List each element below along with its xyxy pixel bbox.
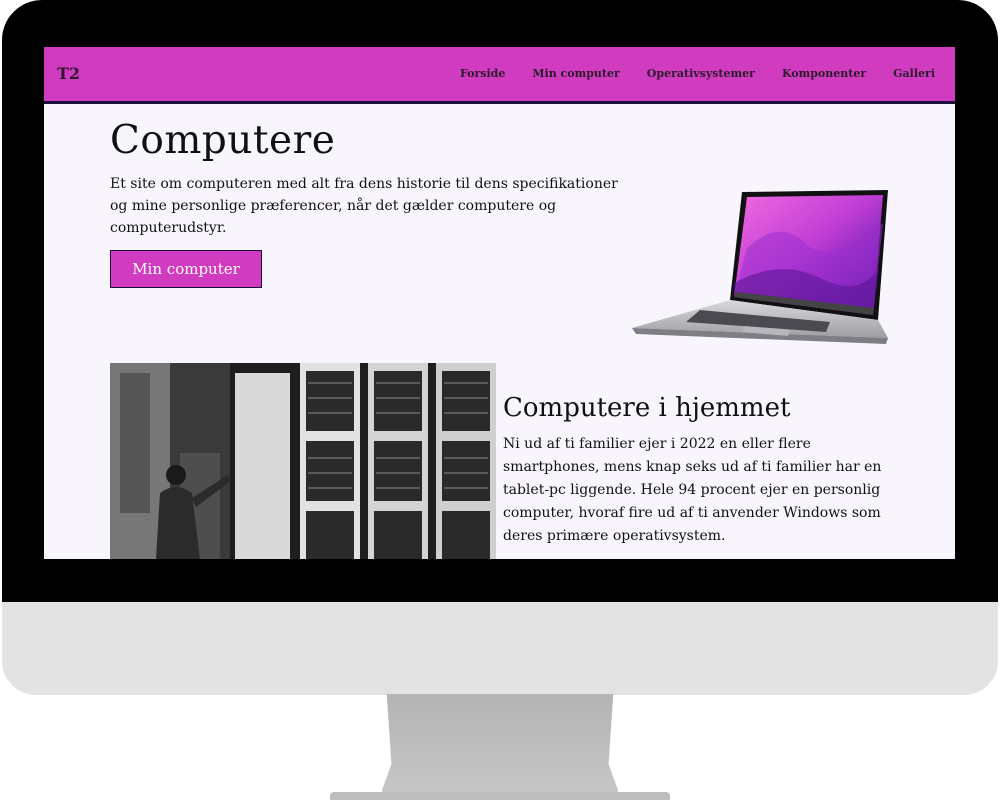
navbar: T2 Forside Min computer Operativsystemer… — [44, 47, 955, 104]
monitor-stand-foot — [330, 792, 670, 800]
hero-title: Computere — [110, 118, 336, 163]
nav-link-forside[interactable]: Forside — [460, 67, 505, 80]
website-screen: T2 Forside Min computer Operativsystemer… — [44, 47, 955, 559]
section-title: Computere i hjemmet — [503, 393, 791, 423]
site-logo[interactable]: T2 — [57, 64, 80, 83]
laptop-image — [632, 190, 888, 344]
section-text: Ni ud af ti familier ejer i 2022 en elle… — [503, 436, 882, 544]
vintage-computer-photo — [110, 363, 496, 559]
monitor-chin — [2, 602, 998, 695]
nav-link-min-computer[interactable]: Min computer — [532, 67, 619, 80]
min-computer-button[interactable]: Min computer — [110, 250, 262, 288]
monitor-stand — [382, 694, 618, 794]
nav-link-operativsystemer[interactable]: Operativsystemer — [647, 67, 755, 80]
hero-text: Et site om computeren med alt fra dens h… — [110, 176, 618, 236]
nav-links: Forside Min computer Operativsystemer Ko… — [460, 67, 935, 80]
nav-link-galleri[interactable]: Galleri — [893, 67, 935, 80]
nav-link-komponenter[interactable]: Komponenter — [782, 67, 866, 80]
